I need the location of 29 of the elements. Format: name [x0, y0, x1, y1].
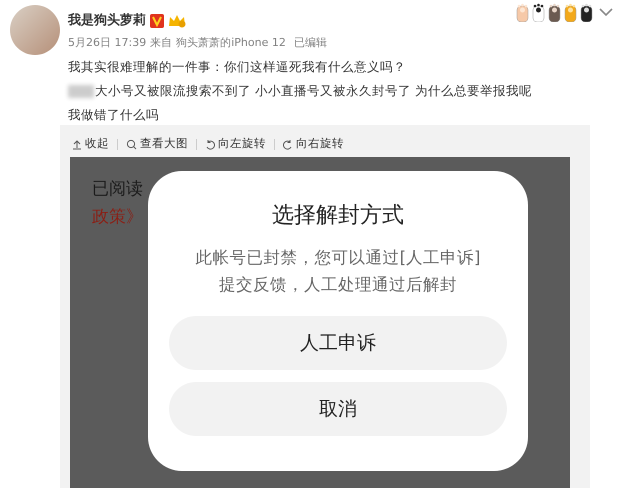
- post-text: 我做错了什么吗: [68, 107, 159, 122]
- post-text: 我其实很难理解的一件事：你们这样逼死我有什么意义吗？: [68, 59, 406, 74]
- paw-icon[interactable]: [532, 2, 545, 22]
- verified-icon: [150, 14, 164, 28]
- blurred-patch: [68, 85, 94, 98]
- toolbar-button[interactable]: 收起: [70, 135, 117, 153]
- toolbar-button[interactable]: 查看大图: [118, 135, 196, 153]
- crown-icon: [168, 14, 186, 28]
- edited-label: 已编辑: [294, 34, 327, 50]
- source-label: 来自: [150, 34, 172, 50]
- dialog-button[interactable]: 取消: [169, 382, 507, 436]
- toolbar-button[interactable]: 向右旋转: [275, 135, 352, 153]
- author-name[interactable]: 我是狗头萝莉: [68, 11, 146, 30]
- search-icon: [126, 138, 137, 150]
- paw-icon[interactable]: [580, 2, 593, 22]
- post-time: 5月26日 17:39: [68, 34, 146, 50]
- avatar[interactable]: [10, 5, 60, 55]
- dialog-message: 此帐号已封禁，您可以通过[人工申诉]提交反馈，人工处理通过后解封: [194, 247, 482, 296]
- rotate-left-icon: [205, 138, 215, 150]
- dialog-button[interactable]: 人工申诉: [169, 316, 507, 370]
- paw-icon[interactable]: [548, 2, 561, 22]
- agreement-text: 已阅读: [92, 178, 143, 201]
- toolbar-button[interactable]: 向左旋转: [197, 135, 274, 153]
- dialog-title: 选择解封方式: [271, 202, 405, 230]
- rotate-right-icon: [283, 138, 293, 150]
- chevron-down-icon[interactable]: [599, 8, 613, 17]
- post-text: 大小号又被限流搜索不到了 小小直播号又被永久封号了 为什么总要举报我呢: [95, 83, 532, 98]
- source-link[interactable]: 狗头萧萧的iPhone 12: [176, 34, 286, 51]
- upload-icon: [72, 138, 82, 150]
